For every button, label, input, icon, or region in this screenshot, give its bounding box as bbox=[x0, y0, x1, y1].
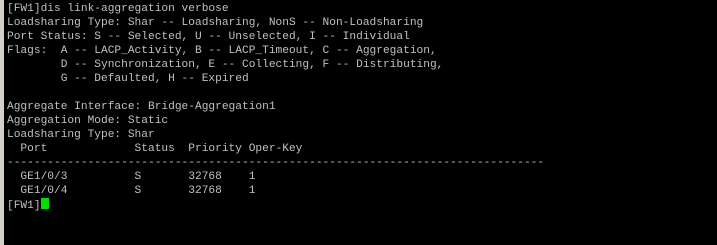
terminal-line-flags-legend-3: G -- Defaulted, H -- Expired bbox=[7, 73, 249, 85]
command-prompt: [FW1] bbox=[7, 200, 41, 212]
table-row: GE1/0/4 S 32768 1 bbox=[7, 185, 256, 197]
command-prompt-line[interactable]: [FW1] bbox=[7, 198, 717, 212]
terminal-line-aggregate-interface: Aggregate Interface: Bridge-Aggregation1 bbox=[7, 101, 276, 113]
table-header: Port Status Priority Oper-Key bbox=[7, 143, 303, 155]
terminal-line-flags-legend-2: D -- Synchronization, E -- Collecting, F… bbox=[7, 59, 444, 71]
table-row: GE1/0/3 S 32768 1 bbox=[7, 171, 256, 183]
table-divider: ----------------------------------------… bbox=[7, 157, 545, 169]
terminal-window[interactable]: [FW1]dis link-aggregation verbose Loadsh… bbox=[0, 0, 717, 245]
terminal-line-flags-legend-1: Flags: A -- LACP_Activity, B -- LACP_Tim… bbox=[7, 45, 437, 57]
window-border bbox=[0, 0, 4, 245]
terminal-line-aggregation-mode: Aggregation Mode: Static bbox=[7, 115, 169, 127]
terminal-line-loadsharing-legend: Loadsharing Type: Shar -- Loadsharing, N… bbox=[7, 17, 424, 29]
terminal-line-loadsharing-type: Loadsharing Type: Shar bbox=[7, 129, 155, 141]
text-cursor bbox=[40, 198, 49, 209]
terminal-line-port-status-legend: Port Status: S -- Selected, U -- Unselec… bbox=[7, 31, 410, 43]
terminal-line-command: [FW1]dis link-aggregation verbose bbox=[7, 3, 229, 15]
